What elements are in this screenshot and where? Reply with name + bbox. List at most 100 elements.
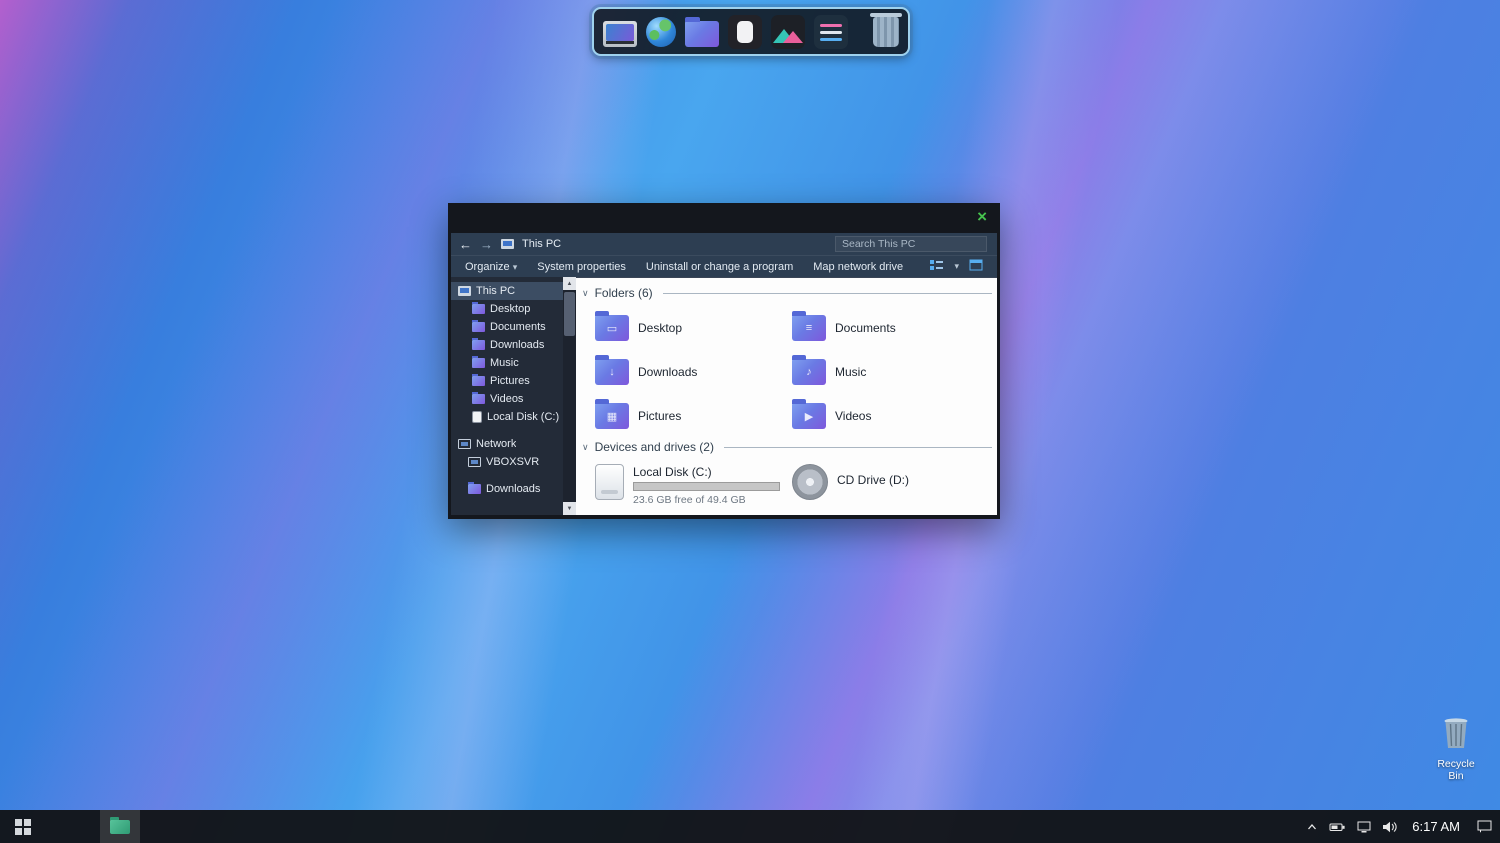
folder-tile-videos[interactable]: ▶ Videos xyxy=(792,394,989,438)
window-app-icon[interactable] xyxy=(728,15,762,49)
taskbar-file-manager[interactable] xyxy=(100,810,140,843)
organize-button[interactable]: Organize ▾ xyxy=(465,261,517,273)
change-view-icon[interactable] xyxy=(930,259,944,274)
start-button[interactable] xyxy=(0,810,46,843)
folders-grid: ▭ Desktop ≡ Documents ↓ Downloads ♪ Musi… xyxy=(582,306,992,438)
display-icon[interactable] xyxy=(1357,821,1371,833)
sidebar-item-vboxsvr[interactable]: VBOXSVR xyxy=(451,453,563,471)
sidebar-gap xyxy=(451,471,563,480)
tile-label: Downloads xyxy=(638,365,697,379)
computer-icon xyxy=(501,239,514,249)
explorer-commandbar: Organize ▾ System properties Uninstall o… xyxy=(451,255,997,277)
chevron-up-icon[interactable] xyxy=(1306,821,1318,833)
windows-logo-icon xyxy=(15,819,31,835)
sidebar-scrollbar[interactable]: ▲ ▼ xyxy=(563,277,576,515)
folder-glyph: ≡ xyxy=(792,315,826,341)
folder-icon xyxy=(472,376,485,386)
tile-label: Pictures xyxy=(638,409,681,423)
drives-grid: Local Disk (C:) 23.6 GB free of 49.4 GB … xyxy=(582,460,992,506)
sidebar-item-this-pc[interactable]: This PC xyxy=(451,282,563,300)
drive-tile-local-disk[interactable]: Local Disk (C:) 23.6 GB free of 49.4 GB xyxy=(595,464,792,506)
file-manager-icon[interactable] xyxy=(603,21,637,47)
forward-icon[interactable]: → xyxy=(480,238,493,251)
explorer-sidebar: This PC Desktop Documents Downloads Musi… xyxy=(451,277,563,515)
map-network-drive-button[interactable]: Map network drive xyxy=(813,261,903,273)
system-properties-button[interactable]: System properties xyxy=(537,261,626,273)
chevron-down-icon[interactable]: ∨ xyxy=(582,442,589,453)
chevron-down-icon: ▾ xyxy=(513,262,518,272)
drive-label: Local Disk (C:) xyxy=(633,465,780,479)
folder-icon xyxy=(472,322,485,332)
drive-tile-cd[interactable]: CD Drive (D:) xyxy=(792,464,989,506)
volume-icon[interactable] xyxy=(1382,821,1397,833)
sidebar-item-music[interactable]: Music xyxy=(451,354,563,372)
tile-label: Videos xyxy=(835,409,871,423)
chevron-down-icon[interactable]: ▾ xyxy=(954,261,959,272)
sidebar-item-pictures[interactable]: Pictures xyxy=(451,372,563,390)
folder-icon: ▶ xyxy=(792,403,826,429)
folder-glyph: ▶ xyxy=(792,403,826,429)
dock-trash-icon[interactable] xyxy=(873,17,899,47)
folder-icon xyxy=(472,358,485,368)
close-icon[interactable]: × xyxy=(977,207,987,227)
network-drive-icon xyxy=(468,457,481,467)
settings-sliders-icon[interactable] xyxy=(814,15,848,49)
folder-icon: ≡ xyxy=(792,315,826,341)
folder-glyph: ♪ xyxy=(792,359,826,385)
sidebar-item-desktop[interactable]: Desktop xyxy=(451,300,563,318)
folder-tile-downloads[interactable]: ↓ Downloads xyxy=(595,350,792,394)
folder-tile-documents[interactable]: ≡ Documents xyxy=(792,306,989,350)
drive-free-space: 23.6 GB free of 49.4 GB xyxy=(633,494,780,506)
recycle-bin[interactable]: Recycle Bin xyxy=(1430,714,1482,782)
scroll-up-icon[interactable]: ▲ xyxy=(563,277,576,290)
organize-label: Organize xyxy=(465,261,510,273)
address-breadcrumb[interactable]: This PC xyxy=(522,238,561,250)
folder-tile-desktop[interactable]: ▭ Desktop xyxy=(595,306,792,350)
details-view-icon[interactable] xyxy=(969,259,983,274)
gallery-icon[interactable] xyxy=(771,15,805,49)
taskbar-clock[interactable]: 6:17 AM xyxy=(1412,819,1460,834)
folder-icon: ▦ xyxy=(595,403,629,429)
cd-disc-icon xyxy=(792,464,828,500)
sidebar-item-label: Desktop xyxy=(490,303,530,315)
hard-disk-icon xyxy=(595,464,624,500)
battery-icon[interactable] xyxy=(1329,821,1346,833)
explorer-window: × ← → This PC Organize ▾ System properti… xyxy=(448,203,1000,519)
section-divider xyxy=(724,447,992,448)
explorer-titlebar[interactable]: × xyxy=(448,203,1000,233)
scroll-down-icon[interactable]: ▼ xyxy=(563,502,576,515)
sidebar-item-local-disk[interactable]: Local Disk (C:) xyxy=(451,408,563,426)
folder-tile-pictures[interactable]: ▦ Pictures xyxy=(595,394,792,438)
folder-glyph: ↓ xyxy=(595,359,629,385)
action-center-icon[interactable] xyxy=(1477,820,1492,833)
folder-tile-music[interactable]: ♪ Music xyxy=(792,350,989,394)
sidebar-gap xyxy=(451,426,563,435)
folder-icon[interactable] xyxy=(685,21,719,47)
sidebar-item-network[interactable]: Network xyxy=(451,435,563,453)
sidebar-item-videos[interactable]: Videos xyxy=(451,390,563,408)
trash-icon xyxy=(1441,714,1471,750)
scrollbar-thumb[interactable] xyxy=(564,292,575,336)
search-input[interactable] xyxy=(835,236,987,252)
folder-icon xyxy=(110,820,130,834)
sidebar-item-downloads-share[interactable]: Downloads xyxy=(451,480,563,498)
sidebar-item-documents[interactable]: Documents xyxy=(451,318,563,336)
sidebar-item-label: This PC xyxy=(476,285,515,297)
sidebar-item-label: Pictures xyxy=(490,375,530,387)
section-divider xyxy=(663,293,992,294)
chevron-down-icon[interactable]: ∨ xyxy=(582,288,589,299)
uninstall-program-button[interactable]: Uninstall or change a program xyxy=(646,261,793,273)
sidebar-item-label: Downloads xyxy=(490,339,544,351)
explorer-navbar: ← → This PC xyxy=(451,233,997,255)
disk-usage-bar xyxy=(633,482,780,491)
folder-glyph: ▭ xyxy=(595,315,629,341)
sidebar-item-downloads[interactable]: Downloads xyxy=(451,336,563,354)
taskbar: 6:17 AM xyxy=(0,810,1500,843)
section-header-folders: ∨ Folders (6) xyxy=(582,286,992,300)
folder-icon xyxy=(468,484,481,494)
sidebar-item-label: Network xyxy=(476,438,516,450)
sidebar-item-label: Videos xyxy=(490,393,523,405)
sidebar-item-label: VBOXSVR xyxy=(486,456,539,468)
browser-globe-icon[interactable] xyxy=(646,17,676,47)
back-icon[interactable]: ← xyxy=(459,238,472,251)
